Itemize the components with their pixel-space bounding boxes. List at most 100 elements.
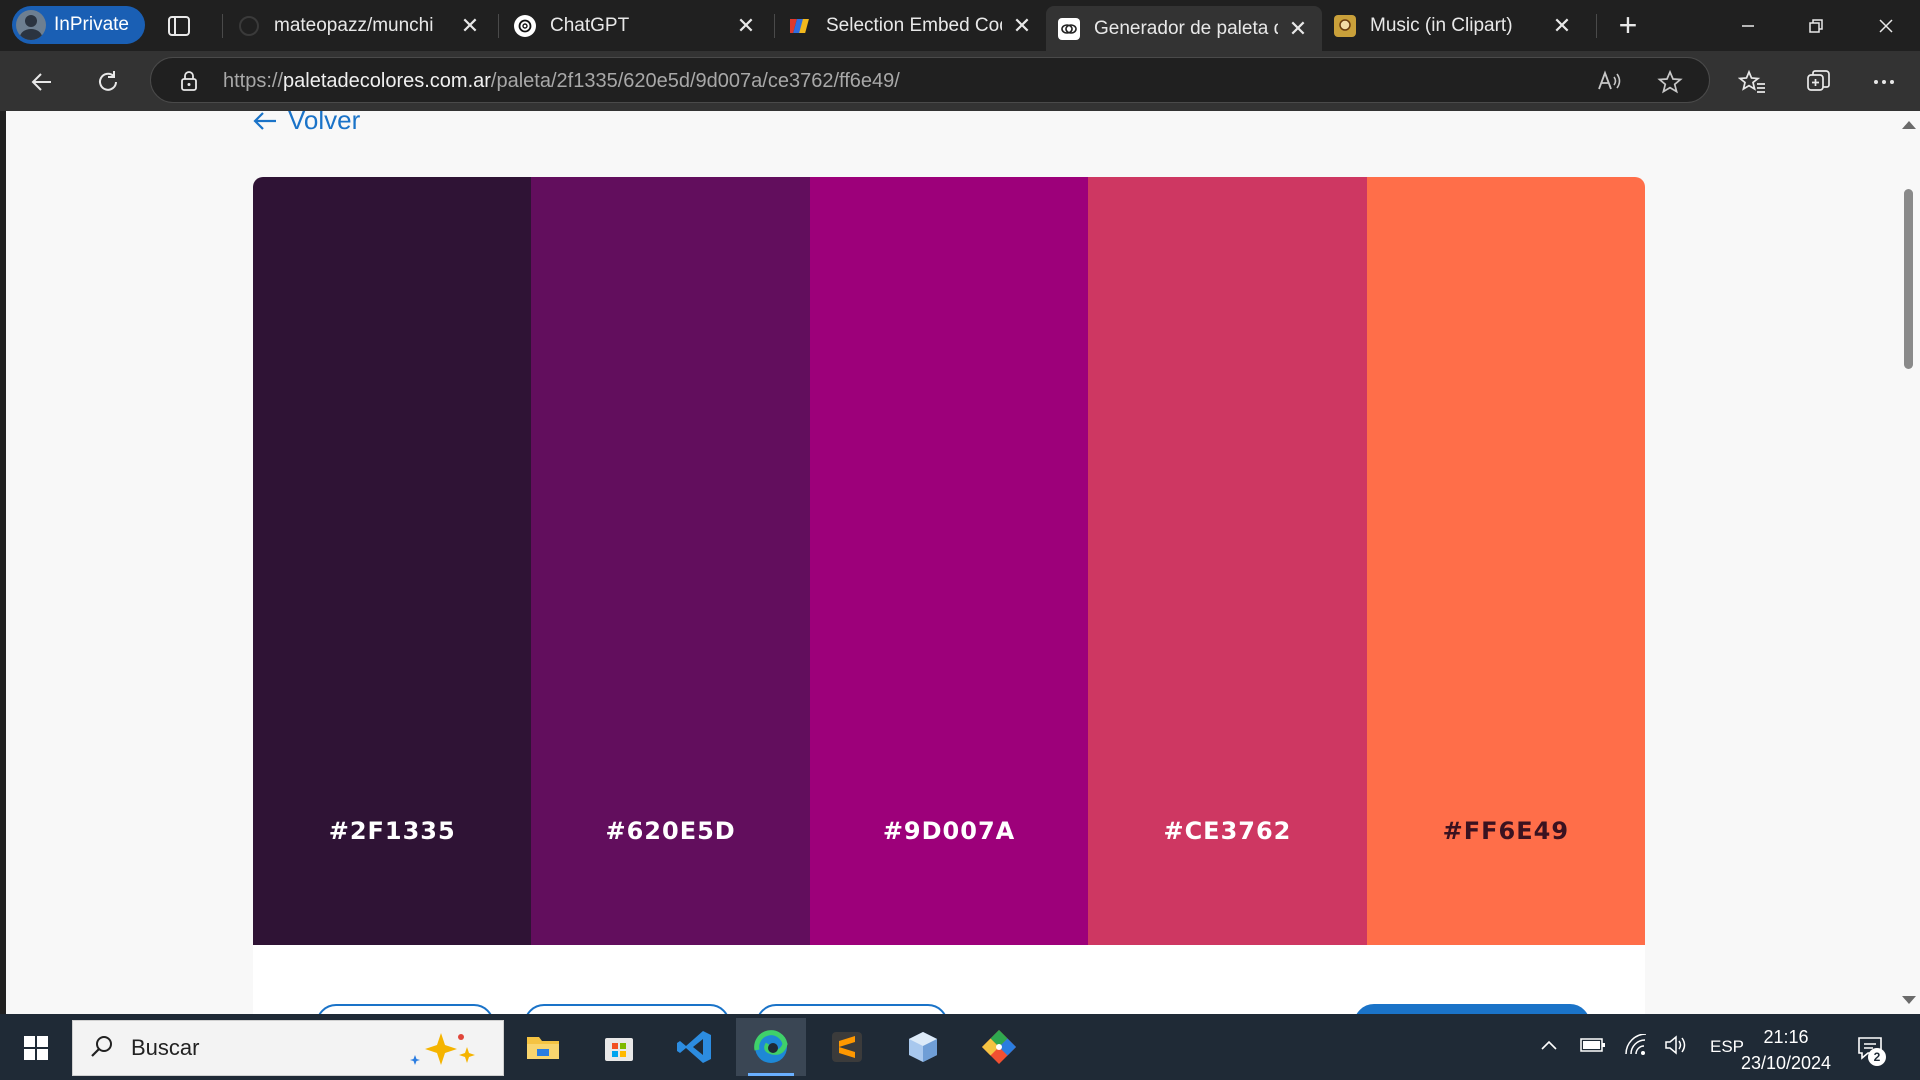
vscode-icon: [677, 1031, 711, 1063]
taskbar-git[interactable]: [964, 1018, 1034, 1076]
tab-chatgpt[interactable]: ChatGPT ✕: [502, 6, 770, 46]
taskbar-virtualbox[interactable]: [888, 1018, 958, 1076]
color-swatch[interactable]: #620E5D: [531, 177, 810, 945]
windows-start-icon[interactable]: [12, 1028, 60, 1068]
close-tab-icon[interactable]: ✕: [458, 13, 482, 38]
notifications-icon[interactable]: 2: [1856, 1034, 1886, 1066]
refresh-icon[interactable]: [89, 63, 127, 101]
url-path: /paleta/2f1335/620e5d/9d007a/ce3762/ff6e…: [490, 70, 900, 92]
tab-actions-icon[interactable]: [165, 12, 193, 40]
restore-icon[interactable]: [1782, 0, 1850, 51]
wifi-icon[interactable]: [1624, 1032, 1648, 1061]
url-scheme: https://: [223, 70, 284, 92]
lock-icon[interactable]: [179, 70, 199, 97]
favorite-star-icon[interactable]: [1657, 69, 1683, 100]
virtualbox-icon: [909, 1032, 937, 1062]
taskbar-sublime-text[interactable]: [812, 1018, 882, 1076]
git-icon: [982, 1030, 1016, 1064]
hex-code[interactable]: #FF6E49: [1367, 817, 1645, 845]
taskbar-vscode[interactable]: [660, 1018, 730, 1076]
close-window-icon[interactable]: [1852, 0, 1920, 51]
clipart-icon: [1334, 15, 1356, 37]
notification-count: 2: [1868, 1048, 1886, 1066]
color-palette: #2F1335 #620E5D #9D007A #CE3762 #FF6E49: [253, 177, 1645, 945]
tab-title: mateopazz/munchi: [274, 15, 434, 36]
tab-separator: [774, 14, 775, 38]
hex-code[interactable]: #2F1335: [253, 817, 531, 845]
address-bar[interactable]: https://paletadecolores.com.ar/paleta/2f…: [150, 57, 1710, 103]
edge-icon: [754, 1030, 788, 1063]
minimize-icon[interactable]: [1714, 0, 1782, 51]
tab-title: Generador de paleta de colores: [1094, 17, 1278, 39]
url-text[interactable]: https://paletadecolores.com.ar/paleta/2f…: [223, 70, 900, 93]
search-icon: [89, 1033, 115, 1064]
scroll-down-icon[interactable]: [1902, 996, 1916, 1004]
scroll-up-icon[interactable]: [1902, 121, 1916, 129]
profile-avatar-icon: [16, 10, 46, 40]
color-swatch[interactable]: #FF6E49: [1366, 177, 1645, 945]
close-tab-icon[interactable]: ✕: [734, 13, 758, 38]
action-button[interactable]: [316, 1004, 494, 1014]
system-tray: ESP: [1540, 1014, 1744, 1080]
action-button[interactable]: [524, 1004, 730, 1014]
more-options-icon[interactable]: [1865, 63, 1903, 101]
back-arrow-icon: [253, 111, 276, 130]
read-aloud-icon[interactable]: [1597, 69, 1623, 98]
taskbar-edge[interactable]: [736, 1018, 806, 1076]
battery-icon[interactable]: [1580, 1037, 1606, 1058]
close-tab-icon[interactable]: ✕: [1286, 16, 1310, 41]
browser-toolbar: https://paletadecolores.com.ar/paleta/2f…: [0, 51, 1920, 111]
primary-action-button[interactable]: [1354, 1004, 1590, 1014]
inprivate-label: InPrivate: [54, 14, 129, 35]
tab-separator: [498, 14, 499, 38]
collections-icon[interactable]: [1799, 63, 1837, 101]
taskbar-clock[interactable]: 21:16 23/10/2024: [1726, 1024, 1846, 1076]
volume-icon[interactable]: [1664, 1034, 1688, 1061]
volver-link[interactable]: Volver: [252, 111, 360, 136]
hex-code[interactable]: #620E5D: [531, 817, 809, 845]
url-domain: paletadecolores.com.ar: [283, 70, 491, 92]
tab-selection-embed[interactable]: Selection Embed Code ✕: [778, 6, 1046, 46]
new-tab-button[interactable]: +: [1612, 9, 1644, 42]
color-swatch[interactable]: #CE3762: [1088, 177, 1367, 945]
tab-generador-paleta[interactable]: Generador de paleta de colores ✕: [1046, 6, 1322, 51]
taskbar-search-box[interactable]: Buscar: [72, 1020, 504, 1076]
color-swatch[interactable]: #2F1335: [253, 177, 532, 945]
action-button[interactable]: [756, 1004, 948, 1014]
tab-title: Selection Embed Code: [826, 15, 1002, 36]
embed-site-icon: [790, 15, 812, 37]
back-arrow-icon[interactable]: [23, 63, 61, 101]
windows-taskbar: Buscar ESP 21:16 23/10/2024 2: [0, 1014, 1920, 1080]
page-viewport: Volver #2F1335 #620E5D #9D007A #CE3762 #…: [6, 111, 1896, 1014]
tab-separator: [1596, 14, 1597, 38]
close-tab-icon[interactable]: ✕: [1550, 13, 1574, 38]
tab-music-clipart[interactable]: Music (in Clipart) ✕: [1322, 6, 1586, 46]
github-icon: [238, 15, 260, 37]
tab-separator: [222, 14, 223, 38]
close-tab-icon[interactable]: ✕: [1010, 13, 1034, 38]
chevron-up-icon[interactable]: [1540, 1038, 1558, 1057]
taskbar-microsoft-store[interactable]: [584, 1018, 654, 1076]
sublime-text-icon: [832, 1032, 862, 1062]
hex-code[interactable]: #9D007A: [810, 817, 1088, 845]
search-placeholder: Buscar: [131, 1035, 200, 1060]
microsoft-store-icon: [605, 1038, 633, 1061]
taskbar-file-explorer[interactable]: [508, 1018, 578, 1076]
inprivate-badge[interactable]: InPrivate: [12, 6, 145, 44]
file-explorer-icon: [527, 1037, 559, 1059]
page-scrollbar[interactable]: [1896, 111, 1920, 1014]
tab-strip: InPrivate mateopazz/munchi ✕ ChatGPT ✕ S…: [0, 0, 1920, 51]
clock-date: 23/10/2024: [1740, 1053, 1832, 1073]
copilot-sparkle-icon[interactable]: [405, 1027, 491, 1076]
tab-title: ChatGPT: [550, 15, 630, 36]
volver-label: Volver: [288, 111, 361, 135]
favorites-icon[interactable]: [1733, 63, 1771, 101]
clock-time: 21:16: [1763, 1027, 1809, 1047]
color-swatch[interactable]: #9D007A: [809, 177, 1089, 945]
tab-github[interactable]: mateopazz/munchi ✕: [226, 6, 494, 46]
tab-title: Music (in Clipart): [1370, 15, 1513, 36]
hex-code[interactable]: #CE3762: [1088, 817, 1366, 845]
chatgpt-icon: [514, 15, 536, 37]
active-indicator: [748, 1073, 794, 1076]
scroll-thumb[interactable]: [1904, 189, 1913, 369]
